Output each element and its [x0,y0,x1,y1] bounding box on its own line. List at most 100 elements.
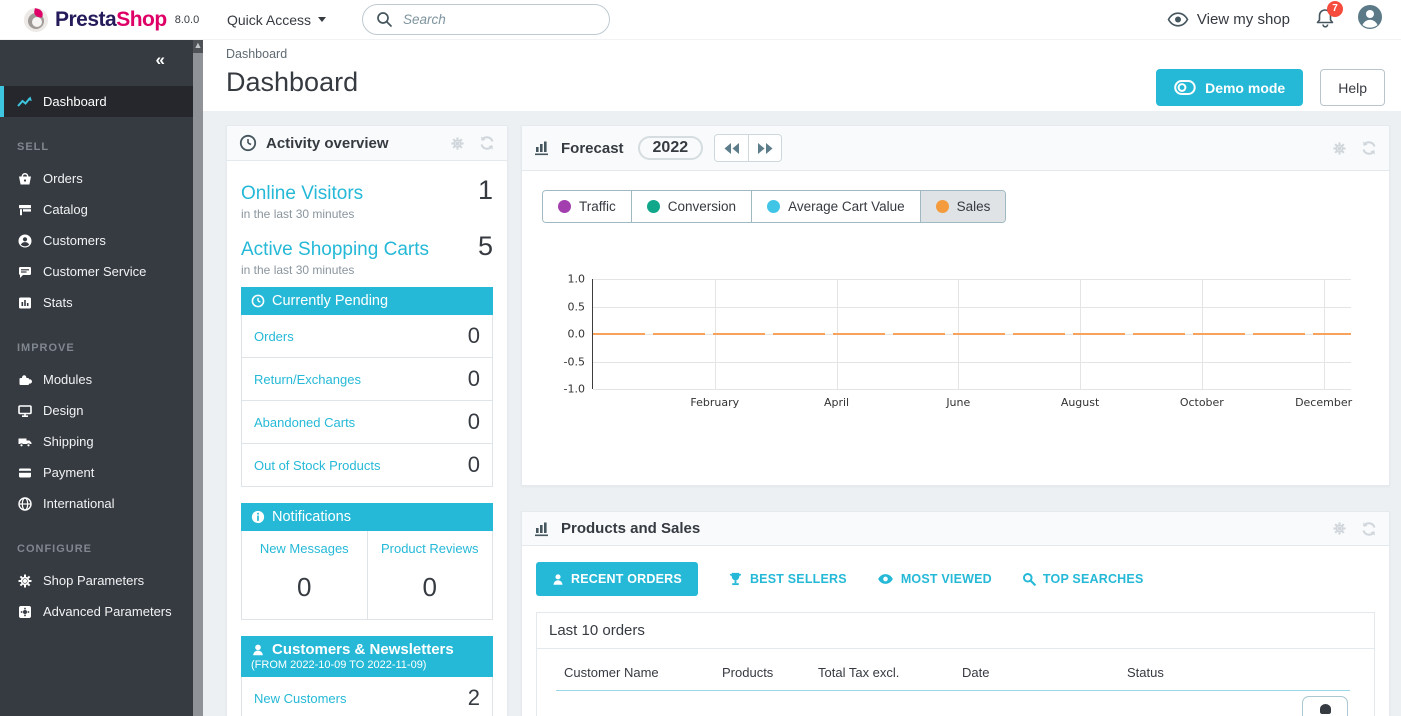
sidebar-item-payment[interactable]: Payment [0,457,203,488]
forecast-panel: Forecast 2022 [521,125,1390,486]
col-total-tax-excl: Total Tax excl. [818,665,962,680]
refresh-icon[interactable] [479,135,495,151]
tab-best-sellers[interactable]: BEST SELLERS [728,572,847,586]
sidebar-item-shipping[interactable]: Shipping [0,426,203,457]
col-customer-name: Customer Name [564,665,722,680]
tab-traffic[interactable]: Traffic [543,191,631,222]
sidebar-item-design[interactable]: Design [0,395,203,426]
trophy-icon [728,572,743,586]
view-my-shop-link[interactable]: View my shop [1167,11,1290,28]
average-cart-value-dot-icon [767,200,780,213]
settings-gear-icon[interactable] [1332,521,1347,536]
sidebar-section-improve: IMPROVE [0,318,203,364]
sidebar-item-advanced-parameters[interactable]: Advanced Parameters [0,596,203,627]
pending-row-out-of-stock: Out of Stock Products 0 [242,444,492,486]
puzzle-icon [17,372,33,388]
truck-icon [17,434,33,450]
double-arrow-left-icon [724,143,740,154]
notification-count-badge: 7 [1327,1,1343,17]
person-circle-icon [17,233,33,249]
demo-mode-button[interactable]: Demo mode [1156,69,1303,106]
sidebar-item-international[interactable]: International [0,488,203,519]
sidebar-section-sell: SELL [0,117,203,163]
online-visitors-caption: in the last 30 minutes [241,207,493,221]
user-avatar[interactable] [1357,4,1383,35]
tab-most-viewed[interactable]: MOST VIEWED [877,572,992,586]
quick-access-dropdown[interactable]: Quick Access [227,12,326,28]
forecast-metric-tabs: Traffic Conversion Average Cart Value [542,190,1006,223]
sidebar-item-orders[interactable]: Orders [0,163,203,194]
breadcrumb[interactable]: Dashboard [226,47,1385,61]
notifications-bell[interactable]: 7 [1316,7,1335,33]
products-and-sales-panel: Products and Sales RECENT ORDERS [521,511,1390,716]
order-details-button[interactable] [1302,696,1348,716]
sidebar-collapse-button[interactable]: « [156,51,165,68]
col-date: Date [962,665,1127,680]
sidebar-item-customer-service[interactable]: Customer Service [0,256,203,287]
col-status: Status [1127,665,1350,680]
search-input[interactable] [362,4,610,35]
help-button[interactable]: Help [1320,69,1385,106]
chart-icon [534,521,552,537]
info-icon [251,510,265,524]
conversion-dot-icon [647,200,660,213]
next-year-button[interactable] [748,135,781,161]
pending-row-abandoned-carts: Abandoned Carts 0 [242,401,492,444]
product-reviews-cell: Product Reviews 0 [367,531,493,619]
sidebar-item-modules[interactable]: Modules [0,364,203,395]
caret-down-icon [318,17,326,22]
sidebar-item-dashboard[interactable]: Dashboard [0,86,203,117]
sidebar: « Dashboard SELL Orders Catalog Customer… [0,40,203,716]
active-carts-link[interactable]: Active Shopping Carts [241,239,429,261]
clock-icon [251,294,265,308]
double-arrow-right-icon [757,143,773,154]
refresh-icon[interactable] [1361,521,1377,537]
sidebar-item-catalog[interactable]: Catalog [0,194,203,225]
customers-date-range: (FROM 2022-10-09 TO 2022-11-09) [251,659,483,671]
tab-average-cart-value[interactable]: Average Cart Value [751,191,920,222]
notifications-header: Notifications [241,503,493,531]
monitor-icon [17,403,33,419]
trending-up-icon [17,94,33,110]
prestashop-logo[interactable]: PrestaShop 8.0.0 [0,8,203,32]
table-row [537,691,1374,716]
person-icon [251,643,265,657]
topbar: PrestaShop 8.0.0 Quick Access View my sh… [0,0,1401,40]
tab-top-searches[interactable]: TOP SEARCHES [1022,572,1144,586]
previous-year-button[interactable] [715,135,748,161]
tab-conversion[interactable]: Conversion [631,191,751,222]
sidebar-item-shop-parameters[interactable]: Shop Parameters [0,565,203,596]
credit-card-icon [17,465,33,481]
settings-gear-icon[interactable] [450,136,465,151]
chart-icon [534,140,552,156]
chat-icon [17,264,33,280]
new-messages-cell: New Messages 0 [242,531,367,619]
search-icon [376,11,393,33]
refresh-icon[interactable] [1361,140,1377,156]
sidebar-section-configure: CONFIGURE [0,519,203,565]
new-messages-link[interactable]: New Messages [246,541,363,556]
details-icon [1320,704,1331,714]
tab-sales[interactable]: Sales [920,191,1006,222]
tab-recent-orders[interactable]: RECENT ORDERS [536,562,698,596]
gear-box-icon [17,604,33,620]
settings-gear-icon[interactable] [1332,141,1347,156]
sales-series-line [593,333,1351,335]
search-bar [362,4,610,35]
sidebar-scrollbar[interactable]: ▲ [193,40,203,716]
sidebar-item-customers[interactable]: Customers [0,225,203,256]
basket-icon [17,171,33,187]
brand-wordmark: PrestaShop [55,8,167,32]
online-visitors-link[interactable]: Online Visitors [241,183,363,205]
traffic-dot-icon [558,200,571,213]
sidebar-item-stats[interactable]: Stats [0,287,203,318]
pending-row-orders: Orders 0 [242,315,492,358]
eye-icon [1167,12,1189,27]
store-icon [17,202,33,218]
customers-newsletters-header: Customers & Newsletters (FROM 2022-10-09… [241,636,493,677]
clock-icon [239,134,257,152]
scrollbar-up-arrow-icon[interactable]: ▲ [193,40,203,53]
search-icon [1022,572,1036,586]
product-reviews-link[interactable]: Product Reviews [372,541,489,556]
person-icon [552,573,564,586]
